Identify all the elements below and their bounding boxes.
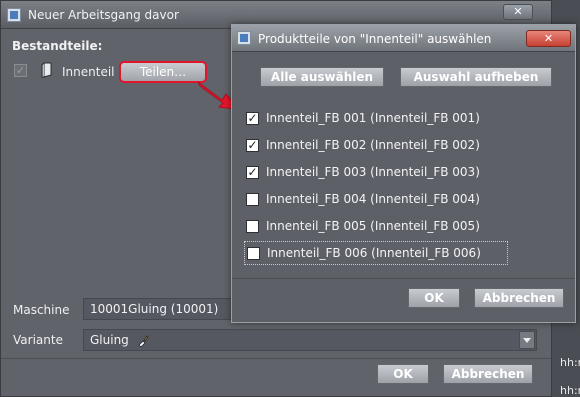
variante-label: Variante	[13, 333, 63, 347]
item-checkbox[interactable]: ✓	[246, 139, 259, 152]
maschine-field[interactable]: 10001Gluing (10001)	[83, 298, 243, 320]
chevron-down-icon[interactable]	[519, 331, 535, 349]
item-checkbox[interactable]	[247, 247, 260, 260]
main-dialog-title: Neuer Arbeitsgang davor	[28, 8, 179, 22]
cancel-button[interactable]: Abbrechen	[443, 364, 533, 384]
item-label: Innenteil_FB 004 (Innenteil_FB 004)	[266, 192, 480, 206]
glue-brush-icon	[138, 334, 149, 347]
list-item[interactable]: Innenteil_FB 004 (Innenteil_FB 004)	[244, 188, 508, 212]
section-label: Bestandteile:	[12, 39, 103, 53]
item-label: Innenteil_FB 002 (Innenteil_FB 002)	[266, 138, 480, 152]
list-item[interactable]: ✓ Innenteil_FB 003 (Innenteil_FB 003)	[244, 161, 508, 185]
variante-value: Gluing	[90, 333, 129, 347]
background-time-label: hh:m	[560, 356, 580, 369]
item-checkbox[interactable]	[246, 193, 259, 206]
popup-close-button[interactable]: ✕	[526, 30, 571, 47]
popup-ok-button[interactable]: OK	[408, 288, 460, 308]
maschine-value: 10001Gluing (10001)	[90, 302, 219, 316]
item-checkbox[interactable]	[246, 220, 259, 233]
variante-select[interactable]: Gluing	[83, 329, 537, 351]
teilen-button[interactable]: Teilen…	[119, 61, 207, 83]
list-item[interactable]: Innenteil_FB 006 (Innenteil_FB 006)	[244, 241, 508, 265]
product-parts-dialog: Produktteile von "Innenteil" auswählen ✕…	[231, 24, 576, 323]
popup-cancel-button[interactable]: Abbrechen	[474, 288, 564, 308]
select-all-button[interactable]: Alle auswählen	[260, 67, 384, 87]
background-time-label: hh:m	[560, 384, 580, 397]
list-item[interactable]: Innenteil_FB 005 (Innenteil_FB 005)	[244, 215, 508, 239]
main-close-button[interactable]: ✕	[503, 4, 533, 20]
divider	[1, 358, 551, 359]
app-window-icon	[7, 8, 21, 22]
list-item[interactable]: ✓ Innenteil_FB 002 (Innenteil_FB 002)	[244, 134, 508, 158]
item-checkbox[interactable]: ✓	[246, 112, 259, 125]
part-checkbox[interactable]: ✓	[14, 64, 27, 77]
item-label: Innenteil_FB 003 (Innenteil_FB 003)	[266, 165, 480, 179]
part-label: Innenteil	[62, 65, 115, 79]
item-label: Innenteil_FB 001 (Innenteil_FB 001)	[266, 111, 480, 125]
maschine-label: Maschine	[13, 303, 70, 317]
item-label: Innenteil_FB 006 (Innenteil_FB 006)	[267, 246, 481, 260]
document-part-icon	[41, 62, 52, 78]
ok-button[interactable]: OK	[377, 364, 429, 384]
divider	[232, 278, 575, 279]
popup-title: Produktteile von "Innenteil" auswählen	[258, 32, 492, 46]
item-label: Innenteil_FB 005 (Innenteil_FB 005)	[266, 219, 480, 233]
app-window-icon	[237, 31, 251, 45]
list-item[interactable]: ✓ Innenteil_FB 001 (Innenteil_FB 001)	[244, 107, 508, 131]
popup-titlebar[interactable]: Produktteile von "Innenteil" auswählen ✕	[232, 25, 575, 52]
item-checkbox[interactable]: ✓	[246, 166, 259, 179]
deselect-all-button[interactable]: Auswahl aufheben	[400, 67, 552, 87]
